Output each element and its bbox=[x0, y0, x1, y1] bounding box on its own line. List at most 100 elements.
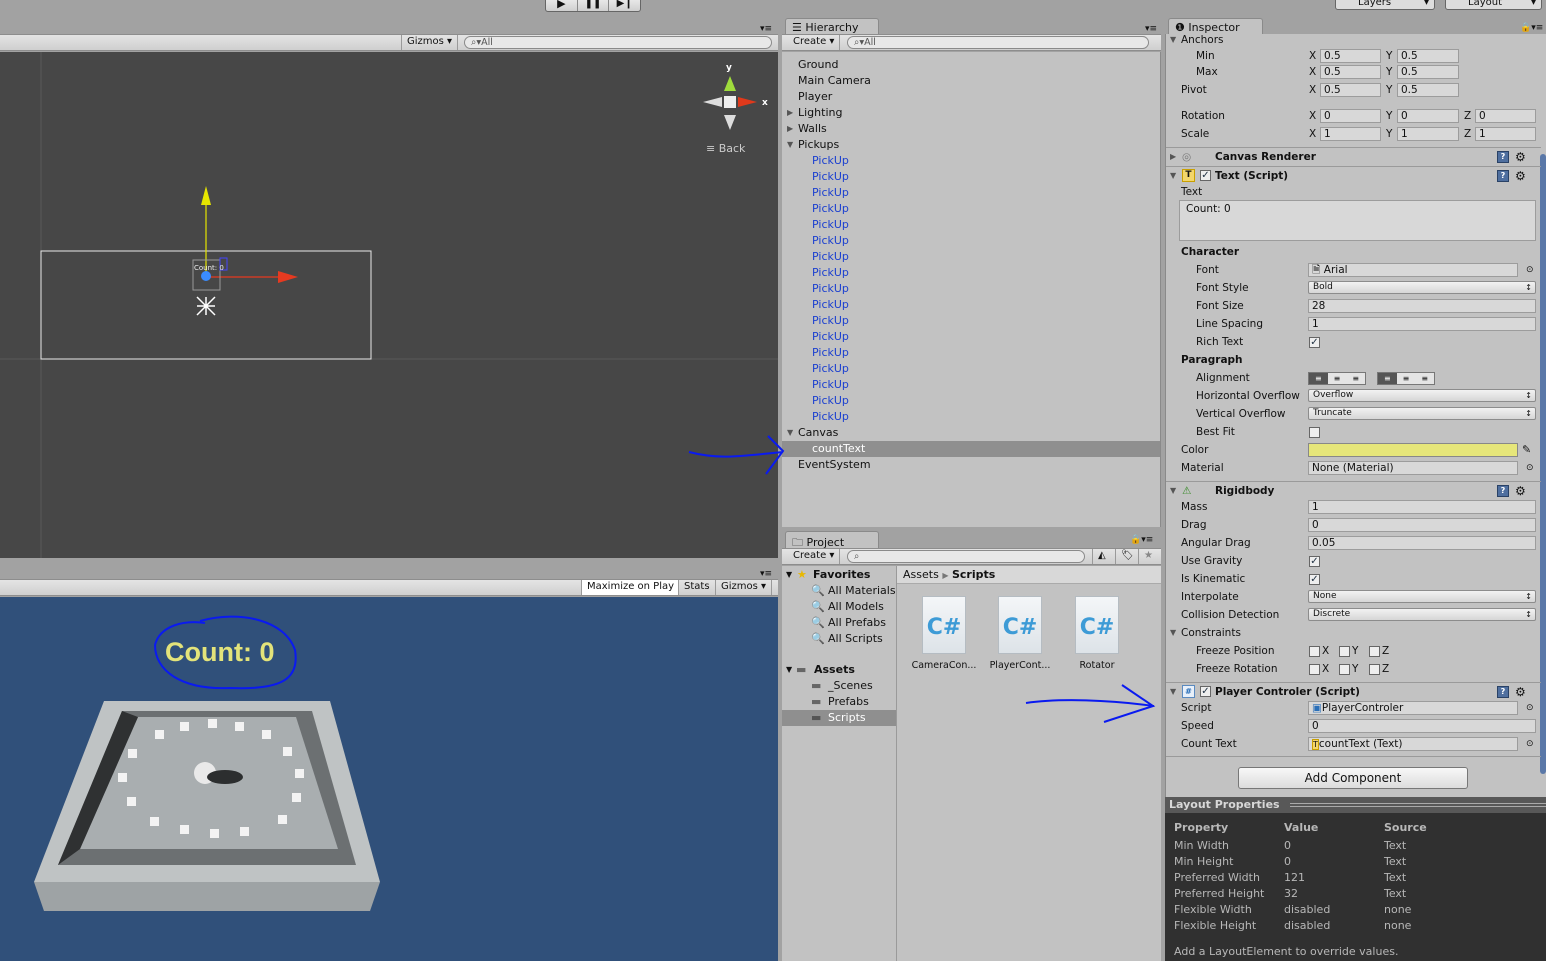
horizontal-overflow-dropdown[interactable]: Overflow bbox=[1308, 389, 1536, 402]
text-script-header[interactable]: ▼ T ✓ Text (Script)? ⚙ bbox=[1166, 166, 1541, 184]
scale-x[interactable]: 1 bbox=[1320, 127, 1381, 141]
constraints-foldout[interactable]: ▼ Constraints bbox=[1166, 625, 1541, 641]
hierarchy-item[interactable]: PickUp bbox=[782, 297, 1160, 313]
vertical-alignment-buttons[interactable]: ≡ ≡ ≡ bbox=[1377, 372, 1435, 385]
help-icon[interactable]: ? bbox=[1497, 151, 1509, 163]
folder-item[interactable]: ▬ _Scenes bbox=[782, 678, 896, 694]
rotation-z[interactable]: 0 bbox=[1475, 109, 1536, 123]
font-style-dropdown[interactable]: Bold bbox=[1308, 281, 1536, 294]
scene-gizmos-button[interactable]: Gizmos ▾ bbox=[401, 35, 459, 50]
breadcrumb-assets[interactable]: Assets bbox=[903, 568, 939, 581]
tab-project[interactable]: 🗀 Project bbox=[785, 531, 879, 549]
freeze-rotation-x[interactable] bbox=[1309, 664, 1320, 675]
vertical-overflow-dropdown[interactable]: Truncate bbox=[1308, 407, 1536, 420]
favorite-item[interactable]: 🔍 All Materials bbox=[782, 583, 896, 599]
step-icon[interactable]: ▶❙ bbox=[609, 0, 640, 11]
player-controller-header[interactable]: ▼ # ✓ Player Controler (Script)? ⚙ bbox=[1166, 682, 1541, 700]
hierarchy-item[interactable]: PickUp bbox=[782, 153, 1160, 169]
hierarchy-item[interactable]: PickUp bbox=[782, 185, 1160, 201]
speed-field[interactable]: 0 bbox=[1308, 719, 1536, 733]
gear-icon[interactable]: ⚙ bbox=[1515, 167, 1526, 185]
eyedropper-icon[interactable]: ✎ bbox=[1522, 442, 1531, 458]
hierarchy-item[interactable]: ▶ Walls bbox=[782, 121, 1160, 137]
maximize-on-play-button[interactable]: Maximize on Play bbox=[581, 580, 680, 595]
object-picker-icon[interactable]: ⊙ bbox=[1526, 460, 1534, 476]
is-kinematic-checkbox[interactable]: ✓ bbox=[1309, 574, 1320, 585]
script-field[interactable]: ▣PlayerControler bbox=[1308, 701, 1518, 715]
freeze-rotation-z[interactable] bbox=[1369, 664, 1380, 675]
best-fit-checkbox[interactable] bbox=[1309, 427, 1320, 438]
player-controller-enabled-checkbox[interactable]: ✓ bbox=[1200, 686, 1211, 697]
favorites-header[interactable]: ▼ ★ Favorites bbox=[782, 567, 896, 583]
hierarchy-item[interactable]: ▶ Lighting bbox=[782, 105, 1160, 121]
hierarchy-item[interactable]: PickUp bbox=[782, 345, 1160, 361]
object-picker-icon[interactable]: ⊙ bbox=[1526, 262, 1534, 278]
freeze-rotation-y[interactable] bbox=[1339, 664, 1350, 675]
object-picker-icon[interactable]: ⊙ bbox=[1526, 736, 1534, 752]
expand-down-icon[interactable]: ▼ bbox=[787, 137, 793, 153]
help-icon[interactable]: ? bbox=[1497, 686, 1509, 698]
favorite-item[interactable]: 🔍 All Models bbox=[782, 599, 896, 615]
hierarchy-item[interactable]: PickUp bbox=[782, 265, 1160, 281]
align-top-icon[interactable]: ≡ bbox=[1378, 373, 1397, 384]
rigidbody-header[interactable]: ▼ ⚠ Rigidbody? ⚙ bbox=[1166, 481, 1541, 499]
align-center-icon[interactable]: ≡ bbox=[1328, 373, 1347, 384]
hierarchy-item[interactable]: PickUp bbox=[782, 409, 1160, 425]
material-field[interactable]: None (Material) bbox=[1308, 461, 1518, 475]
mass-field[interactable]: 1 bbox=[1308, 500, 1536, 514]
hierarchy-item[interactable]: PickUp bbox=[782, 169, 1160, 185]
stats-button[interactable]: Stats bbox=[678, 580, 715, 595]
freeze-position-z[interactable] bbox=[1369, 646, 1380, 657]
scene-search-input[interactable]: ⌕▾All bbox=[464, 36, 772, 49]
use-gravity-checkbox[interactable]: ✓ bbox=[1309, 556, 1320, 567]
hierarchy-create-button[interactable]: Create ▾ bbox=[788, 35, 841, 50]
hierarchy-item[interactable]: Main Camera bbox=[782, 73, 1160, 89]
gear-icon[interactable]: ⚙ bbox=[1515, 482, 1526, 500]
text-enabled-checkbox[interactable]: ✓ bbox=[1200, 170, 1211, 181]
rotation-x[interactable]: 0 bbox=[1320, 109, 1381, 123]
favorite-item[interactable]: 🔍 All Prefabs bbox=[782, 615, 896, 631]
rich-text-checkbox[interactable]: ✓ bbox=[1309, 337, 1320, 348]
hierarchy-item[interactable]: PickUp bbox=[782, 393, 1160, 409]
filter-label-icon[interactable]: 🏷 bbox=[1115, 549, 1139, 564]
hierarchy-item[interactable]: PickUp bbox=[782, 233, 1160, 249]
freeze-position-x[interactable] bbox=[1309, 646, 1320, 657]
canvas-renderer-header[interactable]: ▶ ◎ Canvas Renderer? ⚙ bbox=[1166, 147, 1541, 165]
interpolate-dropdown[interactable]: None bbox=[1308, 590, 1536, 603]
game-viewport[interactable]: Count: 0 bbox=[0, 597, 778, 961]
gear-icon[interactable]: ⚙ bbox=[1515, 683, 1526, 701]
rotation-y[interactable]: 0 bbox=[1397, 109, 1459, 123]
line-spacing-field[interactable]: 1 bbox=[1308, 317, 1536, 331]
folder-item[interactable]: ▬ Prefabs bbox=[782, 694, 896, 710]
align-bottom-icon[interactable]: ≡ bbox=[1415, 373, 1434, 384]
hierarchy-item[interactable]: PickUp bbox=[782, 201, 1160, 217]
game-menu-icon[interactable]: ▾≡ bbox=[760, 569, 772, 579]
drag-field[interactable]: 0 bbox=[1308, 518, 1536, 532]
favorite-star-icon[interactable]: ★ bbox=[1138, 549, 1158, 564]
pause-icon[interactable]: ❚❚ bbox=[578, 0, 610, 11]
hierarchy-menu-icon[interactable]: ▾≡ bbox=[1145, 24, 1157, 34]
help-icon[interactable]: ? bbox=[1497, 170, 1509, 182]
expand-down-icon[interactable]: ▼ bbox=[787, 425, 793, 441]
hierarchy-item-selected[interactable]: countText bbox=[782, 441, 1160, 457]
project-lock-icon[interactable]: 🔒▾≡ bbox=[1130, 535, 1153, 545]
file-item[interactable]: C# PlayerCont... bbox=[985, 596, 1055, 671]
hierarchy-search-input[interactable]: ⌕▾All bbox=[847, 36, 1149, 49]
scene-viewport[interactable]: y x Count: 0 ≡ Back bbox=[0, 52, 778, 558]
anchor-max-x[interactable]: 0.5 bbox=[1320, 65, 1381, 79]
view-mode-label[interactable]: ≡ Back bbox=[706, 142, 745, 155]
anchor-min-x[interactable]: 0.5 bbox=[1320, 49, 1381, 63]
collision-detection-dropdown[interactable]: Discrete bbox=[1308, 608, 1536, 621]
hierarchy-item[interactable]: PickUp bbox=[782, 361, 1160, 377]
hierarchy-item[interactable]: ▼ Canvas bbox=[782, 425, 1160, 441]
breadcrumb-scripts[interactable]: Scripts bbox=[952, 568, 995, 581]
hierarchy-item[interactable]: ▼ Pickups bbox=[782, 137, 1160, 153]
game-gizmos-button[interactable]: Gizmos ▾ bbox=[715, 580, 773, 595]
hierarchy-item[interactable]: PickUp bbox=[782, 329, 1160, 345]
scene-menu-icon[interactable]: ▾≡ bbox=[760, 24, 772, 34]
object-picker-icon[interactable]: ⊙ bbox=[1526, 700, 1534, 716]
tab-hierarchy[interactable]: ☰ Hierarchy bbox=[785, 18, 879, 35]
project-create-button[interactable]: Create ▾ bbox=[788, 549, 841, 564]
freeze-position-y[interactable] bbox=[1339, 646, 1350, 657]
anchor-min-y[interactable]: 0.5 bbox=[1397, 49, 1459, 63]
